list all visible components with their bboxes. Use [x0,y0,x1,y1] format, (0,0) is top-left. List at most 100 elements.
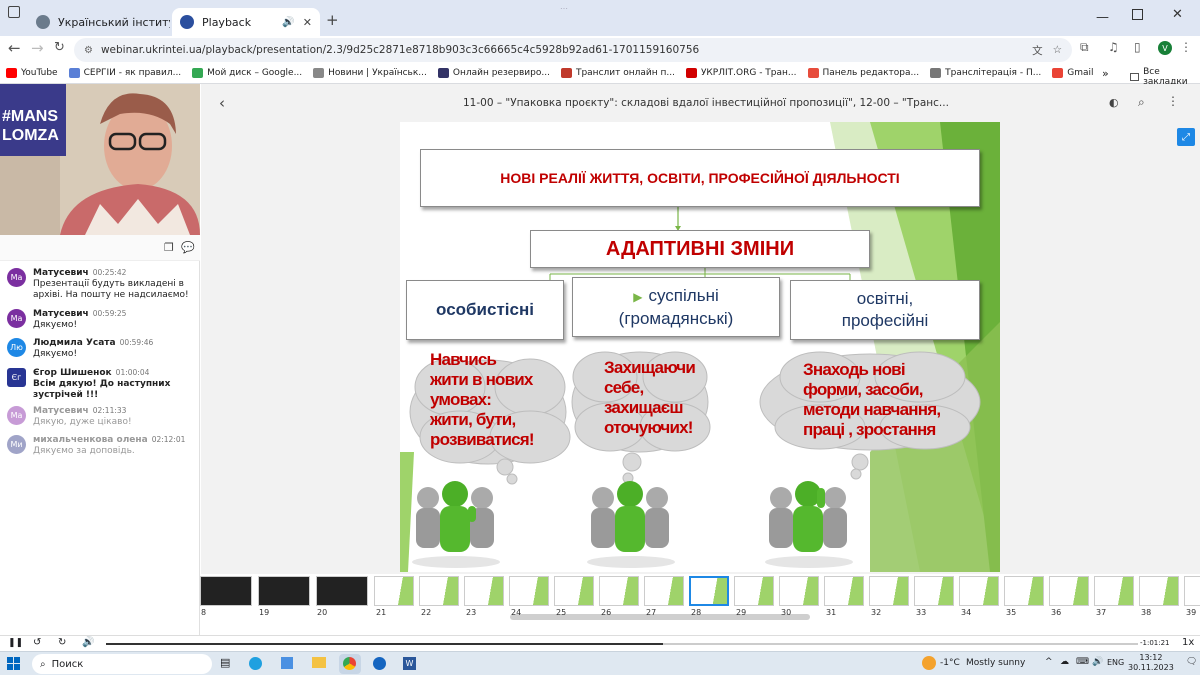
extensions-icon[interactable]: ⧉ [1080,40,1089,55]
rewind-icon[interactable]: ↺ [33,637,41,648]
slide-thumbnail[interactable] [599,576,639,606]
bookmark-item[interactable]: Панель редактора... [807,67,919,78]
webcam-video[interactable]: #MANS LOMZA [0,84,200,235]
bookmark-item[interactable]: YouTube [6,67,58,78]
progress-track[interactable] [106,643,1138,645]
slide-thumbnail[interactable] [779,576,819,606]
audio-playing-icon[interactable]: 🔊 [282,17,294,28]
bookmark-item[interactable]: УКРЛІТ.ORG - Тран... [685,67,797,78]
slide-thumbnail[interactable] [914,576,954,606]
speed-button[interactable]: 1x [1182,637,1194,648]
notifications-icon[interactable]: 🗨 [1186,657,1197,667]
bookmark-item[interactable]: Мой диск – Google... [192,67,302,78]
slide-thumbnail[interactable] [258,576,310,606]
back-icon[interactable]: ← [8,39,21,57]
search-icon[interactable]: ⌕ [1138,95,1145,110]
slide-thumbnail[interactable] [644,576,684,606]
slide-thumbnail[interactable] [509,576,549,606]
slide-thumbnail[interactable] [374,576,414,606]
speaker-icon[interactable]: 🔊 [1092,657,1103,667]
slide-thumbnail[interactable] [419,576,459,606]
slide-thumbnail[interactable] [734,576,774,606]
slide-thumbnail[interactable] [1094,576,1134,606]
fullscreen-button[interactable]: ⤢ [1177,128,1195,146]
chat-message: Лю Людмила Усата 00:59:46 Дякуємо! [7,338,199,368]
chat-icon[interactable]: 💬 [181,241,195,254]
more-icon[interactable]: ⋮ [1167,94,1179,108]
maximize-button[interactable] [1132,9,1143,20]
bookmark-label: Новини | Українськ... [328,67,427,78]
menu-icon[interactable]: ⋮ [1180,40,1192,54]
translate-icon[interactable]: 文 [1032,43,1043,58]
chat-author: Матусевич 00:59:25 [33,309,126,319]
word-icon[interactable]: W [403,657,416,670]
bookmark-item[interactable]: Новини | Українськ... [313,67,427,78]
bookmark-item[interactable]: Транслітерація - П... [930,67,1041,78]
app-icon[interactable] [373,657,386,670]
back-chevron-icon[interactable]: ‹ [219,94,225,112]
bookmarks-list: YouTube СЕРГІЙ - як правил... Мой диск – G… [0,67,1100,78]
pause-icon[interactable]: ❚❚ [8,638,23,648]
chat-message: Ма Матусевич 02:11:33 Дякую, дуже цікаво! [7,406,199,436]
forward-icon[interactable]: ↻ [58,637,66,648]
tab-search-icon[interactable] [8,6,20,18]
tab-playback[interactable]: Playback 🔊 ✕ [172,8,320,36]
weather-text[interactable]: Mostly sunny [966,658,1025,668]
onedrive-icon[interactable]: ☁ [1060,657,1069,667]
network-icon[interactable]: ⌨ [1076,657,1089,667]
bookmark-item[interactable]: Транслит онлайн п... [560,67,675,78]
theme-toggle-icon[interactable]: ◐ [1109,96,1119,109]
cloud2-text: Захищаючи себе, захищаєш оточуючих! [604,358,696,438]
bookmark-star-icon[interactable]: ☆ [1053,44,1062,56]
copy-chat-icon[interactable]: ❐ [164,241,174,254]
close-tab-icon[interactable]: ✕ [303,16,312,29]
minimize-button[interactable]: — [1096,10,1109,25]
bookmarks-more-button[interactable]: » [1102,67,1109,80]
url-field[interactable]: ⚙ webinar.ukrintei.ua/playback/presentat… [74,38,1072,62]
slide-thumbnail[interactable] [1184,576,1200,606]
slide-thumbnail[interactable] [1139,576,1179,606]
windows-start-icon[interactable] [7,657,21,671]
slide-middle-box: АДАПТИВНІ ЗМІНИ [530,230,870,268]
close-window-button[interactable]: ✕ [1172,7,1183,22]
avatar: Ми [7,435,26,454]
chat-time: 02:12:01 [151,435,186,444]
chat-author: Матусевич 02:11:33 [33,406,126,416]
presentation-title: 11-00 – "Упаковка проєкту": складові вда… [463,97,949,109]
bookmark-label: Онлайн резервиро... [452,67,550,78]
slide-thumbnail[interactable] [464,576,504,606]
reload-icon[interactable]: ↻ [54,40,65,55]
tab-ukrintei[interactable]: Український інститут наукове ✕ [28,8,170,36]
bookmark-item[interactable]: Gmail [1052,67,1094,78]
side-panel-icon[interactable]: ▯ [1134,40,1141,54]
volume-icon[interactable]: 🔊 [82,637,94,648]
thumbnail-scrollbar[interactable] [510,614,810,620]
media-controls-icon[interactable]: ♫ [1108,40,1119,54]
edge-icon[interactable] [249,657,262,670]
slide-thumbnail[interactable] [316,576,368,606]
bookmark-item[interactable]: Онлайн резервиро... [437,67,550,78]
bookmark-item[interactable]: СЕРГІЙ - як правил... [68,67,181,78]
slide-thumbnail[interactable] [959,576,999,606]
tray-chevron-icon[interactable]: ^ [1045,657,1053,667]
forward-icon[interactable]: → [31,39,44,57]
cloud1-line: жити, бути, [430,410,516,429]
site-info-icon[interactable]: ⚙ [84,45,93,56]
slide-thumbnail[interactable] [689,576,729,606]
slide-thumbnail[interactable] [869,576,909,606]
file-explorer-icon[interactable] [312,657,326,668]
slide-thumbnail[interactable] [1049,576,1089,606]
taskbar-search[interactable]: ⌕ Поиск [32,654,212,674]
slide-thumbnail[interactable] [1004,576,1044,606]
chat-author: Матусевич 00:25:42 [33,268,126,278]
store-icon[interactable] [281,657,293,669]
clock[interactable]: 13:12 30.11.2023 [1128,653,1174,673]
slide-thumbnail[interactable] [554,576,594,606]
col2-line1: суспільні [648,285,719,305]
language-indicator[interactable]: ENG [1107,658,1124,667]
task-view-icon[interactable]: ▤ [220,656,230,669]
profile-avatar[interactable]: V [1158,41,1172,55]
new-tab-button[interactable]: + [326,11,339,29]
slide-thumbnail[interactable] [824,576,864,606]
slide-thumbnail[interactable] [200,576,252,606]
